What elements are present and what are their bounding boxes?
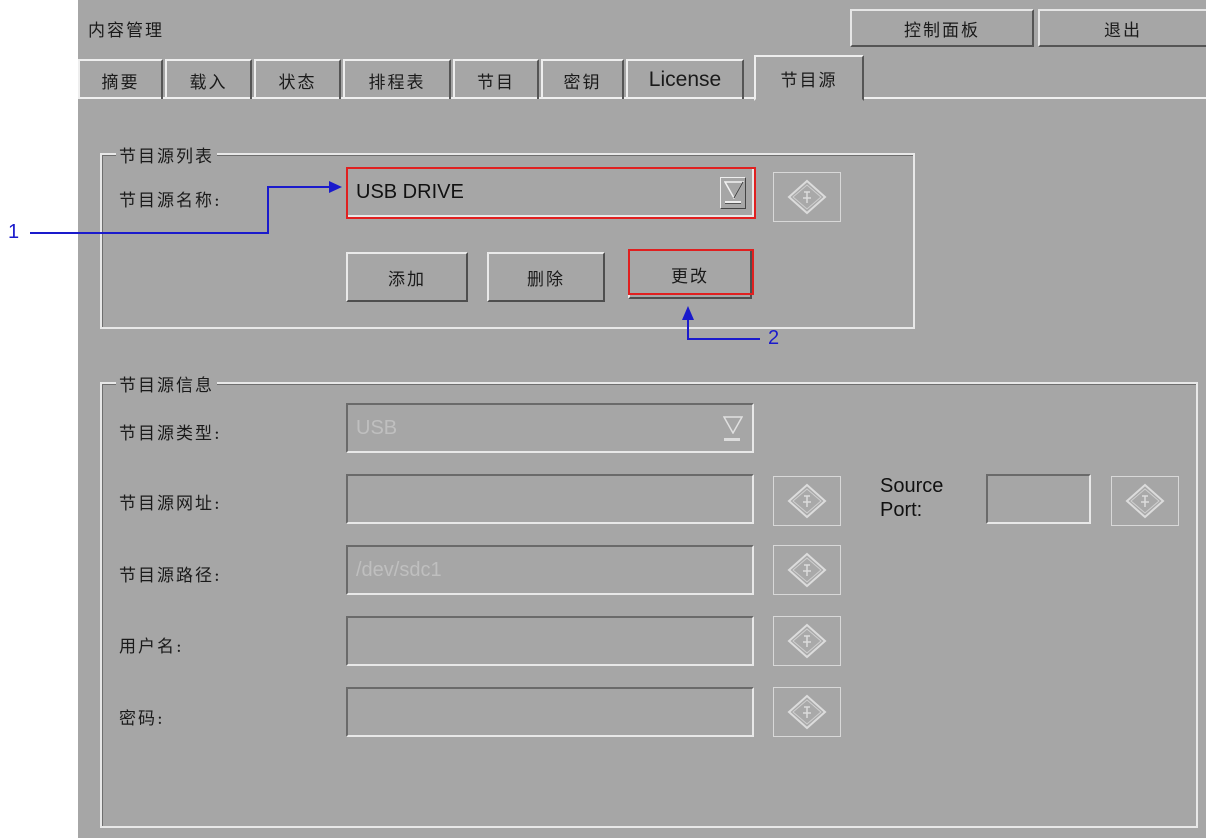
- tab-keys[interactable]: 密钥: [541, 59, 624, 99]
- source-type-label: 节目源类型:: [119, 424, 222, 444]
- app-title: 内容管理: [88, 21, 164, 41]
- keyboard-icon[interactable]: [1111, 476, 1179, 526]
- tab-status[interactable]: 状态: [254, 59, 341, 99]
- tab-load[interactable]: 载入: [165, 59, 252, 99]
- username-label: 用户名:: [119, 637, 184, 657]
- source-type-dropdown[interactable]: USB: [346, 403, 754, 453]
- password-input[interactable]: [346, 687, 754, 737]
- source-port-label-line1: Source: [880, 475, 944, 497]
- source-port-label: Source Port:: [880, 474, 943, 522]
- chevron-down-icon[interactable]: [720, 413, 746, 445]
- username-input[interactable]: [346, 616, 754, 666]
- tab-bar: 摘要 载入 状态 排程表 节目 密钥 License 节目源: [78, 55, 1206, 101]
- callout-number-2: 2: [768, 327, 780, 349]
- source-list-legend: 节目源列表: [116, 142, 217, 167]
- source-port-input[interactable]: [986, 474, 1091, 524]
- keyboard-icon[interactable]: [773, 687, 841, 737]
- control-panel-button[interactable]: 控制面板: [850, 9, 1034, 47]
- keyboard-icon[interactable]: [773, 172, 841, 222]
- delete-button[interactable]: 删除: [487, 252, 605, 302]
- source-url-label: 节目源网址:: [119, 494, 222, 514]
- tab-programs[interactable]: 节目: [453, 59, 539, 99]
- tab-license[interactable]: License: [626, 59, 744, 99]
- password-label: 密码:: [119, 709, 165, 729]
- callout-number-1: 1: [8, 221, 20, 243]
- content-management-window: 内容管理 控制面板 退出 摘要 载入 状态 排程表 节目 密钥 License …: [78, 0, 1206, 838]
- source-type-value: USB: [356, 416, 398, 439]
- add-button[interactable]: 添加: [346, 252, 468, 302]
- source-path-value: /dev/sdc1: [356, 558, 442, 581]
- source-port-label-line2: Port:: [880, 499, 923, 521]
- source-info-legend: 节目源信息: [116, 371, 217, 396]
- highlight-box-source-name: [346, 167, 756, 219]
- keyboard-icon[interactable]: [773, 476, 841, 526]
- highlight-box-change-button: [628, 249, 754, 295]
- exit-button[interactable]: 退出: [1038, 9, 1206, 47]
- tab-summary[interactable]: 摘要: [78, 59, 163, 99]
- source-url-input[interactable]: [346, 474, 754, 524]
- source-path-label: 节目源路径:: [119, 566, 222, 586]
- keyboard-icon[interactable]: [773, 616, 841, 666]
- keyboard-icon[interactable]: [773, 545, 841, 595]
- tab-schedule[interactable]: 排程表: [343, 59, 451, 99]
- source-name-label: 节目源名称:: [119, 191, 222, 211]
- tab-program-source[interactable]: 节目源: [754, 55, 864, 101]
- source-path-input[interactable]: /dev/sdc1: [346, 545, 754, 595]
